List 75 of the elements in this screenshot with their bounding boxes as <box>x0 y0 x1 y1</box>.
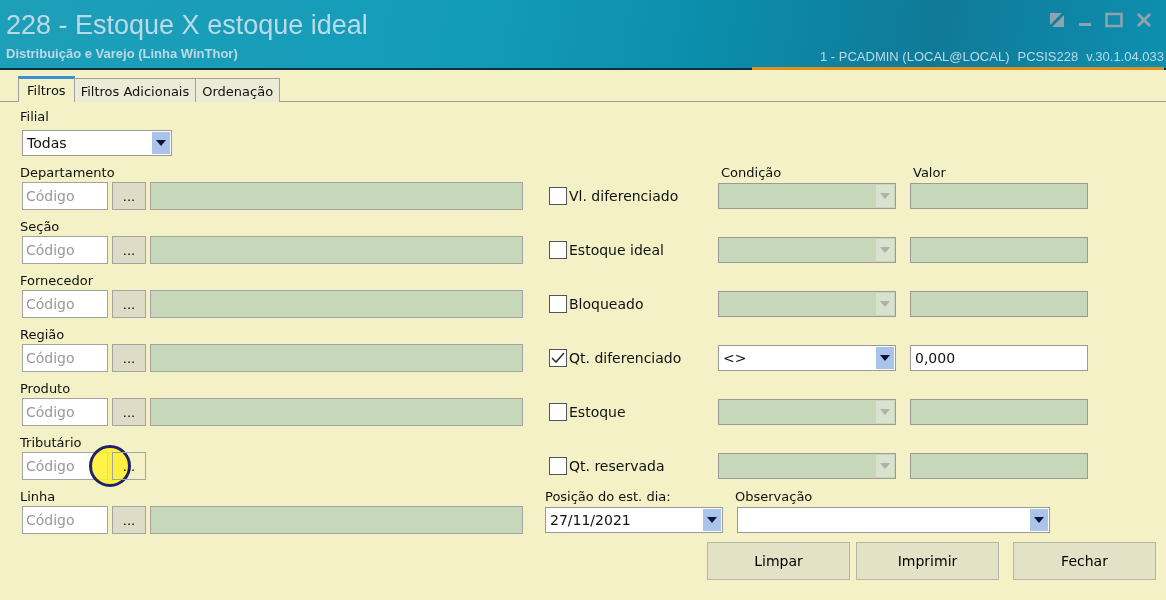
input-field[interactable]: Código <box>22 236 108 264</box>
checkbox[interactable] <box>549 241 567 259</box>
dropdown-arrow-icon <box>707 517 717 523</box>
input-field[interactable]: Código <box>22 398 108 426</box>
value-field[interactable] <box>910 237 1088 263</box>
tab[interactable]: Filtros <box>18 76 75 102</box>
observation-dropdown[interactable] <box>737 507 1050 533</box>
field-label: Posição do est. dia: <box>545 488 672 506</box>
input-field[interactable]: Código <box>22 182 108 210</box>
dropdown-arrow-icon <box>880 409 890 415</box>
input-field[interactable]: Código <box>22 344 108 372</box>
field-label: Filial <box>20 108 50 126</box>
condition-dropdown[interactable] <box>718 453 896 479</box>
dropdown-arrow-icon <box>880 193 890 199</box>
dropdown-arrow-icon <box>880 301 890 307</box>
checkbox[interactable] <box>549 187 567 205</box>
window-title: 228 - Estoque X estoque ideal <box>5 9 368 39</box>
checkbox[interactable] <box>549 295 567 313</box>
field-label: Departamento <box>20 164 116 182</box>
field-label: Região <box>20 326 66 344</box>
browse-button[interactable]: ... <box>112 344 146 372</box>
tab[interactable]: Filtros Adicionais <box>73 78 197 102</box>
action-button[interactable]: Limpar <box>707 542 850 580</box>
value-field[interactable] <box>910 183 1088 209</box>
input-field[interactable]: Código <box>22 290 108 318</box>
browse-button[interactable]: ... <box>112 290 146 318</box>
action-button[interactable]: Fechar <box>1013 542 1156 580</box>
dropdown-arrow-icon <box>156 140 166 146</box>
condition-dropdown[interactable]: <> <box>718 345 896 371</box>
browse-button[interactable]: ... <box>112 506 146 534</box>
field-label: Linha <box>20 488 57 506</box>
checkbox[interactable] <box>549 349 567 367</box>
column-header: Condição <box>721 164 783 182</box>
checkbox-label: Estoque <box>569 402 627 422</box>
status-text: v.30.1.04.033 <box>1086 49 1164 64</box>
column-header: Valor <box>913 164 946 182</box>
condition-dropdown[interactable] <box>718 291 896 317</box>
checkbox-label: Estoque ideal <box>569 240 665 260</box>
dropdown-arrow-icon <box>880 247 890 253</box>
action-button[interactable]: Imprimir <box>856 542 999 580</box>
input-field[interactable]: Código <box>22 506 108 534</box>
condition-dropdown[interactable] <box>718 237 896 263</box>
field-label: Seção <box>20 218 61 236</box>
browse-button[interactable]: ... <box>112 452 146 480</box>
value-field[interactable] <box>910 453 1088 479</box>
status-text: PCSIS228 <box>1017 49 1079 64</box>
value-field[interactable] <box>910 399 1088 425</box>
value-field[interactable]: 0,000 <box>910 345 1088 371</box>
maximize-icon[interactable] <box>1105 12 1123 28</box>
checkbox[interactable] <box>549 403 567 421</box>
field-label: Produto <box>20 380 72 398</box>
checkbox-label: Vl. diferenciado <box>569 186 680 206</box>
status-text: 1 - PCADMIN (LOCAL@LOCAL) <box>820 49 1010 64</box>
restore-icon[interactable] <box>1049 12 1065 28</box>
field-label: Fornecedor <box>20 272 95 290</box>
condition-dropdown[interactable] <box>718 183 896 209</box>
dropdown-arrow-icon <box>1034 517 1044 523</box>
browse-button[interactable]: ... <box>112 398 146 426</box>
dropdown-field[interactable]: Todas <box>22 130 172 156</box>
checkbox-label: Qt. diferenciado <box>569 348 683 368</box>
close-icon[interactable] <box>1136 12 1152 28</box>
checkbox-label: Bloqueado <box>569 294 645 314</box>
browse-button[interactable]: ... <box>112 236 146 264</box>
dropdown-arrow-icon <box>880 463 890 469</box>
checkbox[interactable] <box>549 457 567 475</box>
field-label: Observação <box>735 488 813 506</box>
dropdown-arrow-icon <box>880 355 890 361</box>
field-label: Tributário <box>20 434 83 452</box>
browse-button[interactable]: ... <box>112 182 146 210</box>
checkbox-label: Qt. reservada <box>569 456 666 476</box>
window-subtitle: Distribuição e Varejo (Linha WinThor) <box>5 45 238 63</box>
date-dropdown[interactable]: 27/11/2021 <box>545 507 723 533</box>
tab[interactable]: Ordenação <box>195 78 281 102</box>
condition-dropdown[interactable] <box>718 399 896 425</box>
value-field[interactable] <box>910 291 1088 317</box>
